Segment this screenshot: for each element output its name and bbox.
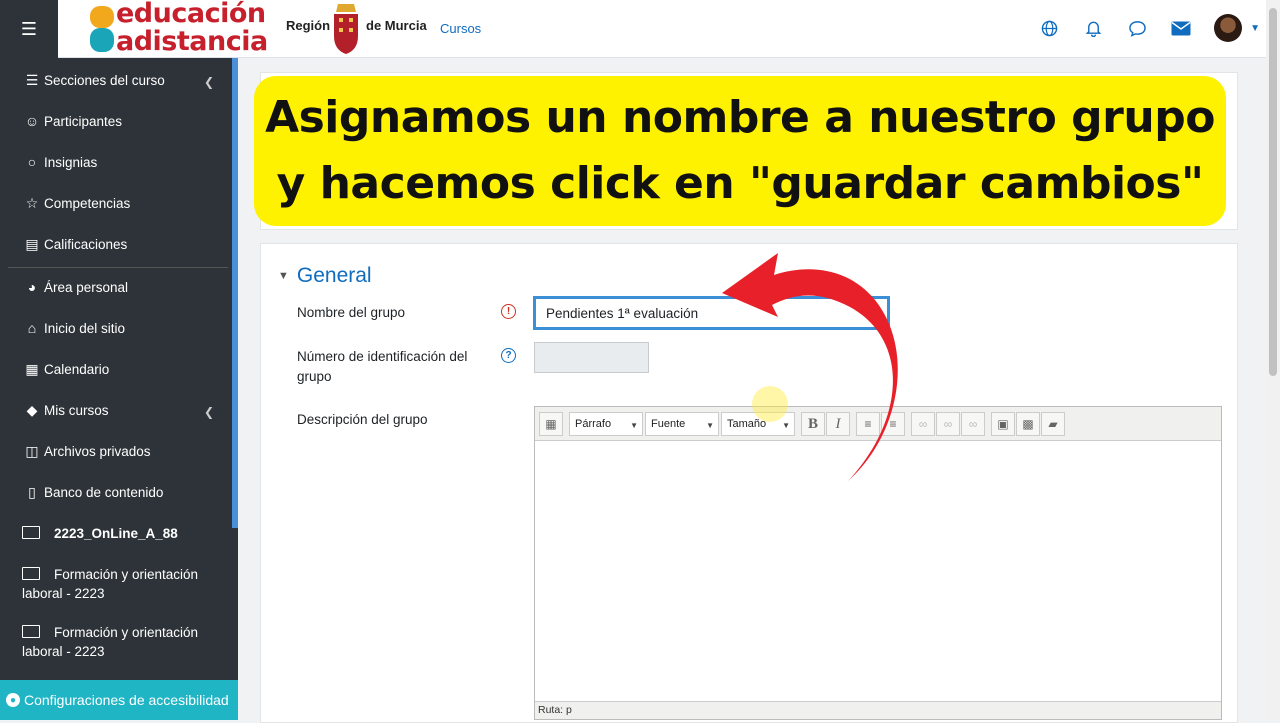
banner-line-1: Asignamos un nombre a nuestro grupo [265, 92, 1215, 143]
red-arrow-annotation [722, 253, 898, 481]
sidebar-item-archivos[interactable]: ◫ Archivos privados [22, 443, 151, 460]
badge-icon: ○ [27, 154, 37, 170]
folder-icon [22, 625, 40, 638]
globe-icon[interactable] [1038, 17, 1060, 39]
folder-icon [22, 526, 40, 539]
top-navbar: ☰ educación adistancia Región de Murcia … [0, 0, 1280, 58]
sidebar-item-insignias[interactable]: ○ Insignias [22, 154, 98, 170]
clipboard-icon: ▯ [28, 484, 36, 500]
editor-statusbar: Ruta: p [535, 701, 1221, 719]
font-select-value: Fuente [651, 418, 686, 430]
banner-line-2: y hacemos click en "guardar cambios" [276, 158, 1204, 209]
sidebar-course-2223-online[interactable]: 2223_OnLine_A_88 [22, 524, 222, 543]
chevron-left-icon[interactable]: ❮ [204, 405, 214, 419]
sidebar-item-label: Área personal [44, 279, 129, 295]
envelope-icon[interactable] [1170, 17, 1192, 39]
sidebar-item-label: Participantes [44, 113, 123, 129]
required-icon: ! [501, 304, 516, 319]
accessibility-settings-button[interactable]: ● Configuraciones de accesibilidad [0, 680, 238, 720]
course-sidebar: ☰ Secciones del curso ❮ ☺ Participantes … [0, 58, 238, 720]
folder-icon [22, 567, 40, 580]
collapse-triangle-icon: ▼ [278, 270, 289, 282]
logo-text-line2: adistancia [116, 26, 268, 57]
idnumber-label-line1: Número de identificación del [297, 349, 468, 364]
site-logo[interactable]: educación adistancia [88, 0, 278, 58]
sidebar-item-inicio[interactable]: ⌂ Inicio del sitio [22, 320, 125, 336]
course-label: Formación y orientación laboral - 2223 [22, 625, 199, 659]
format-select[interactable]: Párrafo ▼ [569, 412, 643, 436]
sidebar-item-banco[interactable]: ▯ Banco de contenido [22, 484, 163, 501]
help-icon[interactable]: ? [501, 348, 516, 363]
caret-down-icon[interactable]: ▼ [1250, 23, 1260, 34]
avatar[interactable] [1214, 14, 1243, 42]
group-name-label: Nombre del grupo [297, 305, 406, 320]
sidebar-item-calendario[interactable]: ▦ Calendario [22, 361, 109, 378]
star-icon: ☆ [25, 195, 39, 211]
sidebar-item-participantes[interactable]: ☺ Participantes [22, 113, 122, 129]
format-select-value: Párrafo [575, 418, 612, 430]
section-title: General [296, 264, 372, 287]
mortarboard-icon: ◆ [26, 402, 38, 418]
sidebar-item-label: Secciones del curso [44, 73, 165, 88]
accessibility-icon: ● [6, 693, 20, 707]
sidebar-item-label: Calificaciones [44, 237, 128, 252]
hamburger-icon[interactable]: ☰ [0, 0, 58, 58]
toolbar-toggle-icon[interactable]: ▦ [539, 412, 563, 436]
sidebar-item-area-personal[interactable]: ◕ Área personal [22, 279, 128, 295]
sidebar-divider [8, 267, 228, 268]
sidebar-item-competencias[interactable]: ☆ Competencias [22, 195, 131, 212]
list-icon: ☰ [25, 72, 39, 88]
sidebar-item-label: Insignias [44, 154, 98, 170]
chat-icon[interactable] [1126, 17, 1148, 39]
page-scrollbar[interactable] [1266, 0, 1280, 720]
bell-icon[interactable] [1082, 17, 1104, 39]
logo-text-line1: educación [116, 0, 266, 29]
media-icon[interactable]: ▩ [1016, 412, 1040, 436]
sidebar-item-label: Archivos privados [44, 444, 151, 459]
sidebar-item-label: Competencias [44, 196, 131, 211]
unlink-icon[interactable]: ∞ [936, 412, 960, 436]
accessibility-label: Configuraciones de accesibilidad [24, 692, 229, 708]
sidebar-course-fol-2[interactable]: Formación y orientación laboral - 2223 [22, 623, 222, 661]
sidebar-item-mis-cursos[interactable]: ◆ Mis cursos [22, 402, 109, 419]
cursos-link[interactable]: Cursos [440, 21, 481, 36]
course-label: Formación y orientación laboral - 2223 [22, 567, 199, 601]
sidebar-item-label: Mis cursos [44, 403, 109, 418]
description-label: Descripción del grupo [297, 412, 428, 427]
sidebar-course-fol-1[interactable]: Formación y orientación laboral - 2223 [22, 565, 222, 603]
sidebar-item-label: Calendario [44, 362, 110, 377]
idnumber-input[interactable] [534, 342, 649, 373]
calendar-icon: ▦ [25, 361, 39, 377]
sidebar-item-label: Inicio del sitio [44, 320, 126, 336]
instruction-banner: Asignamos un nombre a nuestro grupo y ha… [254, 76, 1226, 226]
users-icon: ☺ [24, 113, 40, 129]
sidebar-item-calificaciones[interactable]: ▤ Calificaciones [22, 236, 127, 253]
anchor-icon[interactable]: ∞ [961, 412, 985, 436]
files-icon: ◫ [25, 443, 39, 459]
course-label: 2223_OnLine_A_88 [54, 526, 178, 541]
sidebar-item-secciones[interactable]: ☰ Secciones del curso [22, 72, 165, 89]
home-icon: ⌂ [27, 320, 37, 336]
coat-of-arms-icon [334, 4, 358, 54]
paste-icon[interactable]: ▰ [1041, 412, 1065, 436]
sidebar-item-label: Banco de contenido [44, 485, 164, 500]
region-text: Región [286, 18, 331, 33]
chevron-left-icon[interactable]: ❮ [204, 75, 214, 89]
section-general-toggle[interactable]: ▼ General [278, 264, 372, 288]
idnumber-label-line2: grupo [297, 369, 332, 384]
region-text-murcia: de Murcia [366, 18, 427, 33]
image-icon[interactable]: ▣ [991, 412, 1015, 436]
grades-icon: ▤ [25, 236, 39, 252]
sidebar-scrollbar[interactable] [232, 58, 238, 528]
dashboard-icon: ◕ [27, 279, 37, 295]
